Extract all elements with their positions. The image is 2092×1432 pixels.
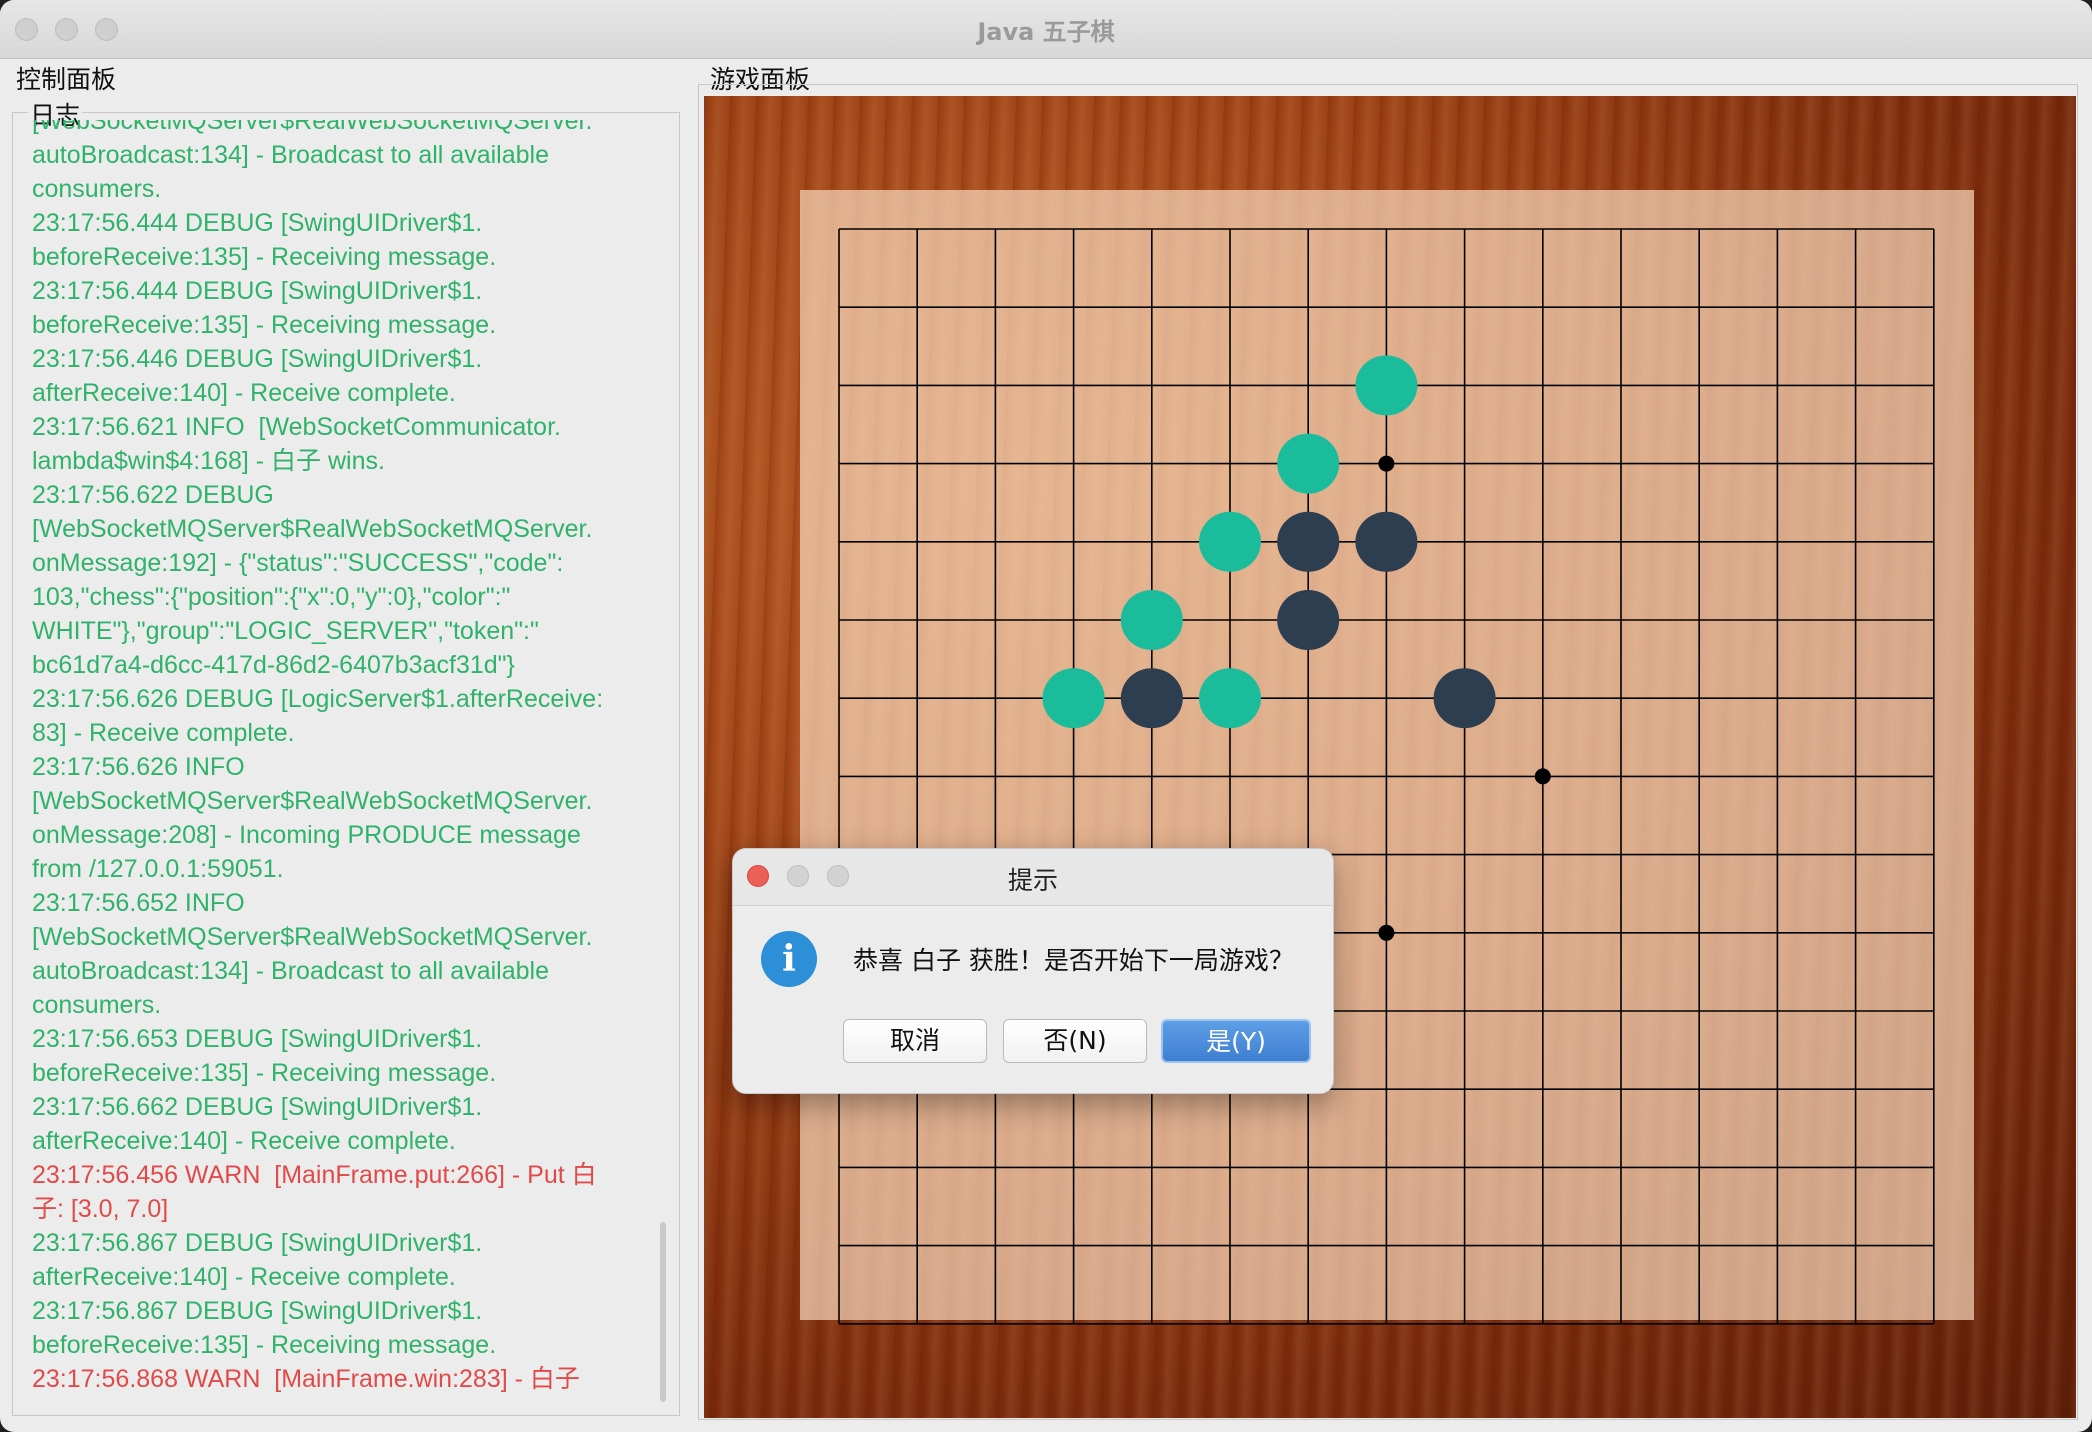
log-line: 子: [3.0, 7.0]	[32, 1195, 169, 1223]
log-line: from /127.0.0.1:59051.	[32, 855, 284, 883]
log-line: 23:17:56.622 DEBUG	[32, 481, 274, 509]
log-line: 23:17:56.444 DEBUG [SwingUIDriver$1.	[32, 209, 483, 237]
log-line: onMessage:192] - {"status":"SUCCESS","co…	[32, 549, 564, 577]
no-button[interactable]: 否(N)	[1003, 1019, 1147, 1063]
log-line: afterReceive:140] - Receive complete.	[32, 1127, 456, 1155]
log-line: 23:17:56.662 DEBUG [SwingUIDriver$1.	[32, 1093, 483, 1121]
log-scrollbar[interactable]	[660, 1222, 666, 1402]
confirm-dialog: 提示 i 恭喜 白子 获胜！是否开始下一局游戏？ 取消 否(N) 是(Y)	[732, 848, 1334, 1094]
log-line: [WebSocketMQServer$RealWebSocketMQServer…	[32, 120, 593, 135]
log-line: beforeReceive:135] - Receiving message.	[32, 311, 497, 339]
log-line: [WebSocketMQServer$RealWebSocketMQServer…	[32, 923, 593, 951]
dialog-title: 提示	[1007, 866, 1058, 895]
log-line: 23:17:56.867 DEBUG [SwingUIDriver$1.	[32, 1229, 483, 1257]
log-line: [WebSocketMQServer$RealWebSocketMQServer…	[32, 515, 593, 543]
main-window: Java 五子棋 控制面板 日志 [WebSocketMQServer$Real…	[0, 0, 2092, 1432]
log-line: 23:17:56.446 DEBUG [SwingUIDriver$1.	[32, 345, 483, 373]
yes-button[interactable]: 是(Y)	[1161, 1019, 1311, 1063]
log-line: 23:17:56.444 DEBUG [SwingUIDriver$1.	[32, 277, 483, 305]
log-line: 23:17:56.653 DEBUG [SwingUIDriver$1.	[32, 1025, 483, 1053]
log-line: 23:17:56.626 DEBUG [LogicServer$1.afterR…	[32, 685, 604, 713]
log-line: lambda$win$4:168] - 白子 wins.	[32, 447, 385, 475]
log-line: 23:17:56.868 WARN [MainFrame.win:283] - …	[32, 1365, 580, 1393]
control-panel-title: 控制面板	[16, 65, 117, 94]
log-line: 23:17:56.867 DEBUG [SwingUIDriver$1.	[32, 1297, 483, 1325]
log-line: 23:17:56.621 INFO [WebSocketCommunicator…	[32, 413, 561, 441]
log-line: 23:17:56.626 INFO	[32, 753, 245, 781]
log-line: beforeReceive:135] - Receiving message.	[32, 243, 497, 271]
cancel-button[interactable]: 取消	[843, 1019, 987, 1063]
log-line: autoBroadcast:134] - Broadcast to all av…	[32, 141, 549, 169]
log-area[interactable]: [WebSocketMQServer$RealWebSocketMQServer…	[32, 120, 652, 1410]
window-title: Java 五子棋	[977, 18, 1115, 46]
log-line: 23:17:56.456 WARN [MainFrame.put:266] - …	[32, 1161, 597, 1189]
log-line: autoBroadcast:134] - Broadcast to all av…	[32, 957, 549, 985]
title-bar[interactable]: Java 五子棋	[0, 0, 2092, 59]
log-line: 83] - Receive complete.	[32, 719, 295, 747]
log-line: WHITE"},"group":"LOGIC_SERVER","token":"	[32, 617, 539, 645]
log-line: afterReceive:140] - Receive complete.	[32, 1263, 456, 1291]
dialog-message: 恭喜 白子 获胜！是否开始下一局游戏？	[853, 946, 1294, 975]
log-line: bc61d7a4-d6cc-417d-86d2-6407b3acf31d"}	[32, 651, 515, 679]
log-line: afterReceive:140] - Receive complete.	[32, 379, 456, 407]
log-line: 23:17:56.652 INFO	[32, 889, 245, 917]
log-line: consumers.	[32, 991, 162, 1019]
log-line: 103,"chess":{"position":{"x":0,"y":0},"c…	[32, 583, 511, 611]
log-line: onMessage:208] - Incoming PRODUCE messag…	[32, 821, 581, 849]
log-line: beforeReceive:135] - Receiving message.	[32, 1059, 497, 1087]
log-line: beforeReceive:135] - Receiving message.	[32, 1331, 497, 1359]
log-line: consumers.	[32, 175, 162, 203]
dialog-title-bar[interactable]: 提示	[733, 849, 1333, 906]
log-line: [WebSocketMQServer$RealWebSocketMQServer…	[32, 787, 593, 815]
log-content: [WebSocketMQServer$RealWebSocketMQServer…	[32, 120, 652, 1396]
board-overlay	[800, 190, 1974, 1320]
info-icon: i	[761, 931, 817, 987]
